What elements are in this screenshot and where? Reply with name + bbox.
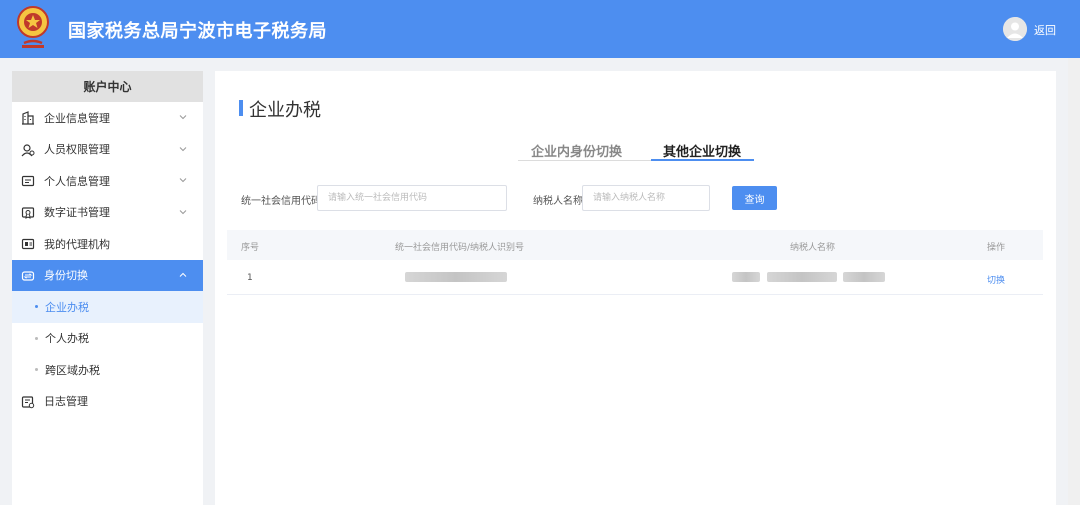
sidebar-item-label: 我的代理机构 bbox=[44, 237, 110, 251]
id-card-icon bbox=[21, 175, 35, 187]
column-header-taxpayer-name: 纳税人名称 bbox=[790, 243, 836, 253]
certificate-icon bbox=[21, 206, 35, 219]
page-scrollbar[interactable] bbox=[1068, 58, 1080, 505]
row-index: 1 bbox=[247, 273, 253, 283]
sidebar-item-log[interactable]: 日志管理 bbox=[12, 386, 203, 418]
chevron-down-icon bbox=[179, 146, 187, 151]
sidebar-subitem-personal-tax[interactable]: 个人办税 bbox=[12, 323, 203, 355]
sidebar-item-personal-info[interactable]: 个人信息管理 bbox=[12, 165, 203, 197]
taxpayer-name-input[interactable] bbox=[582, 185, 710, 211]
column-header-index: 序号 bbox=[241, 243, 260, 253]
user-avatar-icon bbox=[1003, 17, 1027, 41]
building-icon bbox=[22, 111, 34, 125]
sidebar-item-agency[interactable]: 我的代理机构 bbox=[12, 228, 203, 260]
query-button[interactable]: 查询 bbox=[732, 186, 777, 210]
page-title: 企业办税 bbox=[249, 100, 321, 121]
sidebar-subitem-label: 个人办税 bbox=[45, 332, 89, 346]
taxpayer-name-label: 纳税人名称 bbox=[533, 196, 583, 207]
column-header-action: 操作 bbox=[987, 243, 1006, 253]
sidebar-item-label: 数字证书管理 bbox=[44, 206, 110, 220]
sidebar: 账户中心 企业信息管理 人员权限管理 个人信息管理 数字证书管理 我的代理机构 … bbox=[12, 71, 203, 505]
sidebar-item-identity-switch[interactable]: 身份切换 bbox=[12, 259, 203, 291]
redacted-credit-code bbox=[405, 272, 507, 282]
app-title: 国家税务总局宁波市电子税务局 bbox=[68, 21, 327, 42]
sidebar-item-certificate[interactable]: 数字证书管理 bbox=[12, 197, 203, 229]
user-permission-icon bbox=[21, 143, 35, 156]
switch-icon bbox=[21, 270, 35, 281]
main-panel: 企业办税 企业内身份切换 其他企业切换 统一社会信用代码 纳税人名称 查询 序号… bbox=[215, 71, 1056, 505]
table-header: 序号 统一社会信用代码/纳税人识别号 纳税人名称 操作 bbox=[227, 230, 1043, 260]
sidebar-item-label: 个人信息管理 bbox=[44, 174, 110, 188]
credit-code-input[interactable] bbox=[317, 185, 507, 211]
tax-emblem-logo bbox=[17, 6, 49, 48]
sidebar-item-label: 身份切换 bbox=[44, 269, 88, 283]
sidebar-item-company-info[interactable]: 企业信息管理 bbox=[12, 102, 203, 134]
chevron-down-icon bbox=[179, 209, 187, 214]
credit-code-label: 统一社会信用代码 bbox=[241, 196, 321, 207]
sidebar-item-label: 人员权限管理 bbox=[44, 143, 110, 157]
tab-other-company-switch[interactable]: 其他企业切换 bbox=[663, 141, 741, 160]
bullet-dot bbox=[35, 305, 38, 308]
agency-icon bbox=[21, 238, 35, 250]
sidebar-item-permissions[interactable]: 人员权限管理 bbox=[12, 134, 203, 166]
row-divider bbox=[227, 294, 1043, 295]
sidebar-item-label: 日志管理 bbox=[44, 395, 88, 409]
bullet-dot bbox=[35, 368, 38, 371]
sidebar-subitem-label: 企业办税 bbox=[45, 300, 89, 314]
redacted-taxpayer-name bbox=[843, 272, 885, 282]
chevron-down-icon bbox=[179, 178, 187, 183]
bullet-dot bbox=[35, 336, 38, 340]
active-tab-indicator bbox=[651, 159, 754, 161]
sidebar-subitem-company-tax[interactable]: 企业办税 bbox=[12, 291, 203, 323]
title-accent-bar bbox=[239, 100, 243, 116]
sidebar-subitem-cross-region-tax[interactable]: 跨区域办税 bbox=[12, 354, 203, 386]
chevron-up-icon bbox=[179, 272, 187, 277]
sidebar-item-label: 企业信息管理 bbox=[44, 111, 110, 125]
redacted-taxpayer-name bbox=[732, 272, 760, 282]
column-header-credit-code: 统一社会信用代码/纳税人识别号 bbox=[395, 243, 525, 253]
user-avatar[interactable] bbox=[1003, 17, 1027, 41]
log-icon bbox=[21, 395, 35, 408]
sidebar-subitem-label: 跨区域办税 bbox=[45, 363, 100, 377]
top-header: 国家税务总局宁波市电子税务局 返回 bbox=[0, 0, 1080, 58]
tab-internal-identity-switch[interactable]: 企业内身份切换 bbox=[531, 141, 622, 160]
switch-link[interactable]: 切换 bbox=[987, 273, 1005, 286]
redacted-taxpayer-name bbox=[767, 272, 837, 282]
back-link[interactable]: 返回 bbox=[1034, 22, 1056, 38]
chevron-down-icon bbox=[179, 115, 187, 120]
sidebar-heading: 账户中心 bbox=[12, 71, 203, 102]
